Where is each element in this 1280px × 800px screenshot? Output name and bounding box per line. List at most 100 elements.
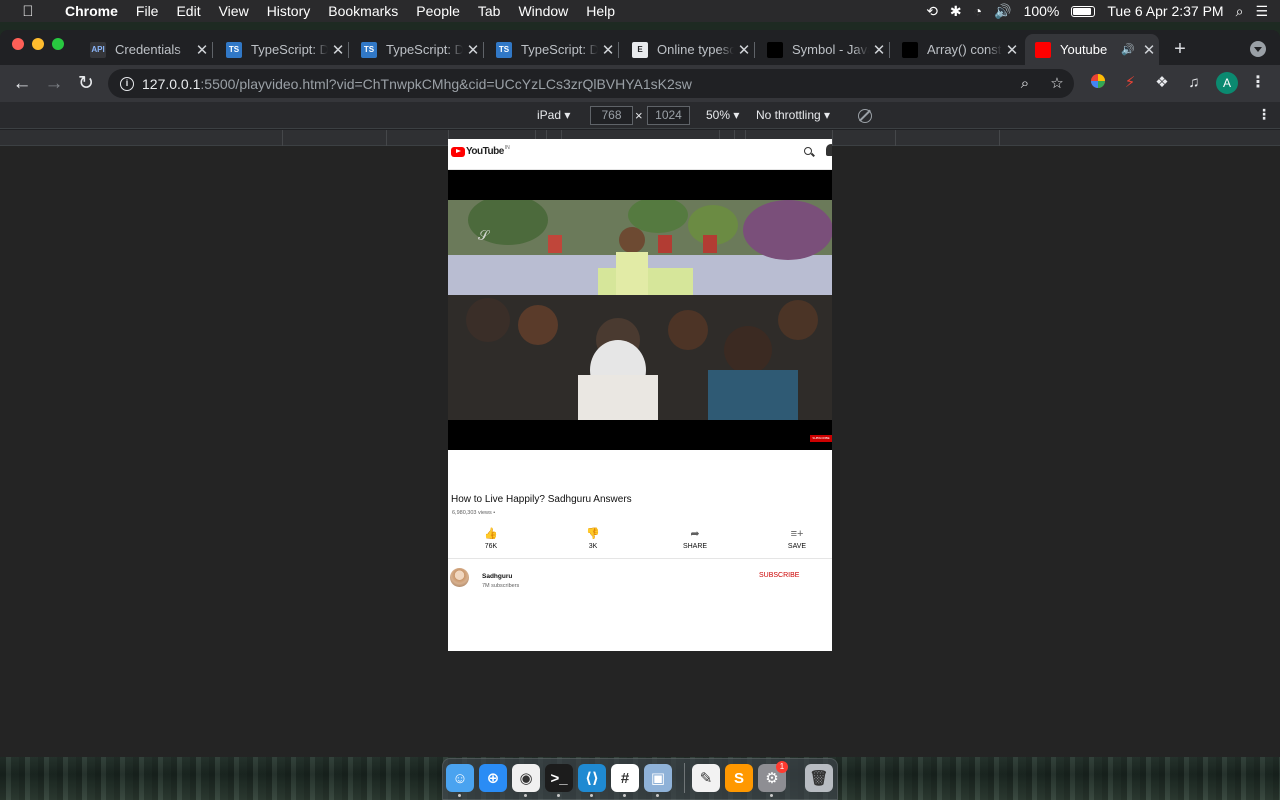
chrome-dock-icon[interactable]: ◉	[512, 764, 540, 792]
save-button[interactable]: ≡+ SAVE	[772, 525, 822, 550]
tab-separator	[618, 42, 619, 58]
tab-close-icon[interactable]: ✕	[598, 41, 618, 59]
finder-dock-icon[interactable]: ☺	[446, 764, 474, 792]
youtube-play-logo-icon	[451, 146, 465, 157]
browser-tab[interactable]: Youtube 🔊 ✕	[1025, 34, 1159, 65]
reload-button[interactable]: ↻	[74, 72, 98, 96]
youtube-logo[interactable]: YouTube IN	[451, 145, 510, 157]
tab-close-icon[interactable]: ✕	[869, 41, 889, 59]
battery-percent[interactable]: 100%	[1024, 0, 1060, 22]
trash-dock-icon[interactable]: 🗑	[805, 764, 833, 792]
browser-tab[interactable]: Symbol - JavaScript✕	[757, 34, 890, 65]
minimize-window-button[interactable]	[32, 38, 44, 50]
extensions-puzzle-icon[interactable]: ❖	[1152, 73, 1172, 93]
textedit-dock-icon[interactable]: ✎	[692, 764, 720, 792]
control-center-icon[interactable]: ☰	[1255, 0, 1268, 22]
tab-favicon-icon: TS	[496, 41, 512, 58]
like-button[interactable]: 👍 76K	[466, 525, 516, 550]
tab-close-icon[interactable]: ✕	[1002, 41, 1022, 59]
subscribe-button[interactable]: SUBSCRIBE	[759, 572, 799, 579]
browser-tab[interactable]: TS TypeScript: Documentation✕	[216, 34, 349, 65]
search-icon[interactable]	[804, 147, 812, 155]
device-toolbar-more-icon[interactable]: ⋮	[1257, 106, 1271, 123]
back-button[interactable]: ←	[10, 72, 34, 96]
viewport-width-input[interactable]: 768	[590, 106, 633, 125]
video-subscribe-overlay[interactable]: SUBSCRIBE	[810, 435, 832, 442]
browser-tab[interactable]: TS TypeScript: Documentation✕	[351, 34, 484, 65]
video-frame[interactable]: 𝒮	[448, 200, 832, 420]
menu-edit[interactable]: Edit	[167, 0, 209, 22]
dock-running-indicator	[623, 794, 626, 797]
tab-favicon-icon: API	[90, 41, 106, 58]
rotate-icon[interactable]	[858, 109, 872, 123]
menu-tab[interactable]: Tab	[469, 0, 510, 22]
tab-close-icon[interactable]: ✕	[463, 41, 483, 59]
battery-icon[interactable]	[1071, 5, 1096, 17]
address-url[interactable]: 127.0.0.1:5500/playvideo.html?vid=ChTnwp…	[142, 76, 692, 92]
tab-close-icon[interactable]: ✕	[1139, 41, 1159, 59]
chrome-menu-icon[interactable]: ⋮	[1250, 72, 1266, 94]
channel-name[interactable]: Sadhguru	[482, 573, 512, 580]
tab-search-icon[interactable]	[1250, 41, 1266, 57]
bookmark-star-icon[interactable]: ☆	[1045, 69, 1069, 98]
sublime-text-dock-icon[interactable]: S	[725, 764, 753, 792]
zoom-window-button[interactable]	[52, 38, 64, 50]
browser-tab[interactable]: E Online typescript✕	[622, 34, 755, 65]
close-window-button[interactable]	[12, 38, 24, 50]
menu-window[interactable]: Window	[509, 0, 577, 22]
time-machine-icon[interactable]: ⟲	[926, 0, 938, 22]
color-picker-extension-icon[interactable]	[1088, 73, 1108, 93]
spotlight-icon[interactable]: ⌕	[1236, 0, 1244, 22]
zoom-select[interactable]: 50% ▾	[706, 108, 739, 122]
profile-avatar[interactable]: A	[1216, 72, 1238, 94]
preview-dock-icon[interactable]: ▣	[644, 764, 672, 792]
menu-file[interactable]: File	[127, 0, 168, 22]
new-tab-button[interactable]: +	[1168, 38, 1192, 61]
account-icon[interactable]	[826, 144, 832, 156]
channel-avatar[interactable]	[450, 568, 469, 587]
tab-close-icon[interactable]: ✕	[328, 41, 348, 59]
address-bar[interactable]: i 127.0.0.1:5500/playvideo.html?vid=ChTn…	[108, 69, 1074, 98]
menu-view[interactable]: View	[210, 0, 258, 22]
lightning-extension-icon[interactable]: ⚡	[1120, 73, 1140, 93]
site-info-icon[interactable]: i	[120, 76, 134, 91]
media-controls-icon[interactable]: ♫	[1184, 73, 1204, 93]
forward-button[interactable]: →	[42, 72, 66, 96]
slack-dock-icon[interactable]: #	[611, 764, 639, 792]
browser-tab[interactable]: TS TypeScript: Documentation✕	[486, 34, 619, 65]
dock-running-indicator	[557, 794, 560, 797]
tab-favicon-icon: TS	[226, 41, 242, 58]
viewport-height-input[interactable]: 1024	[647, 106, 690, 125]
tab-audio-icon[interactable]: 🔊	[1121, 43, 1139, 56]
zoom-icon[interactable]: ⌕	[1013, 69, 1037, 98]
dock-divider	[684, 763, 685, 793]
tab-close-icon[interactable]: ✕	[734, 41, 754, 59]
window-controls	[12, 38, 72, 50]
menu-app-name[interactable]: Chrome	[56, 0, 127, 22]
vscode-dock-icon[interactable]: ⟨⟩	[578, 764, 606, 792]
clock[interactable]: Tue 6 Apr 2:37 PM	[1107, 0, 1223, 22]
terminal-dock-icon[interactable]: >_	[545, 764, 573, 792]
video-player[interactable]: 𝒮 SUBSCRIBE	[448, 170, 832, 450]
dock-running-indicator	[656, 794, 659, 797]
browser-tab[interactable]: Array() constructor✕	[892, 34, 1022, 65]
bluetooth-icon[interactable]: ✱	[950, 0, 962, 22]
tab-title: Online typescript	[657, 42, 734, 57]
volume-icon[interactable]: 🔊	[994, 0, 1011, 22]
menu-history[interactable]: History	[258, 0, 320, 22]
apple-menu-icon[interactable]: 	[0, 3, 56, 20]
device-select[interactable]: iPad ▾	[537, 108, 570, 122]
throttling-select[interactable]: No throttling ▾	[756, 108, 830, 122]
browser-tab[interactable]: API Credentials ✕	[80, 34, 213, 65]
like-count: 76K	[484, 543, 498, 550]
safari-dock-icon[interactable]: ⊕	[479, 764, 507, 792]
menu-bookmarks[interactable]: Bookmarks	[319, 0, 407, 22]
tab-close-icon[interactable]: ✕	[192, 41, 212, 59]
menu-people[interactable]: People	[407, 0, 469, 22]
tab-separator	[212, 42, 213, 58]
menu-help[interactable]: Help	[577, 0, 624, 22]
dislike-button[interactable]: 👎 3K	[568, 525, 618, 550]
share-button[interactable]: ➦ SHARE	[670, 525, 720, 550]
wifi-icon[interactable]: ◔	[974, 0, 982, 22]
tab-favicon-icon	[902, 41, 918, 58]
